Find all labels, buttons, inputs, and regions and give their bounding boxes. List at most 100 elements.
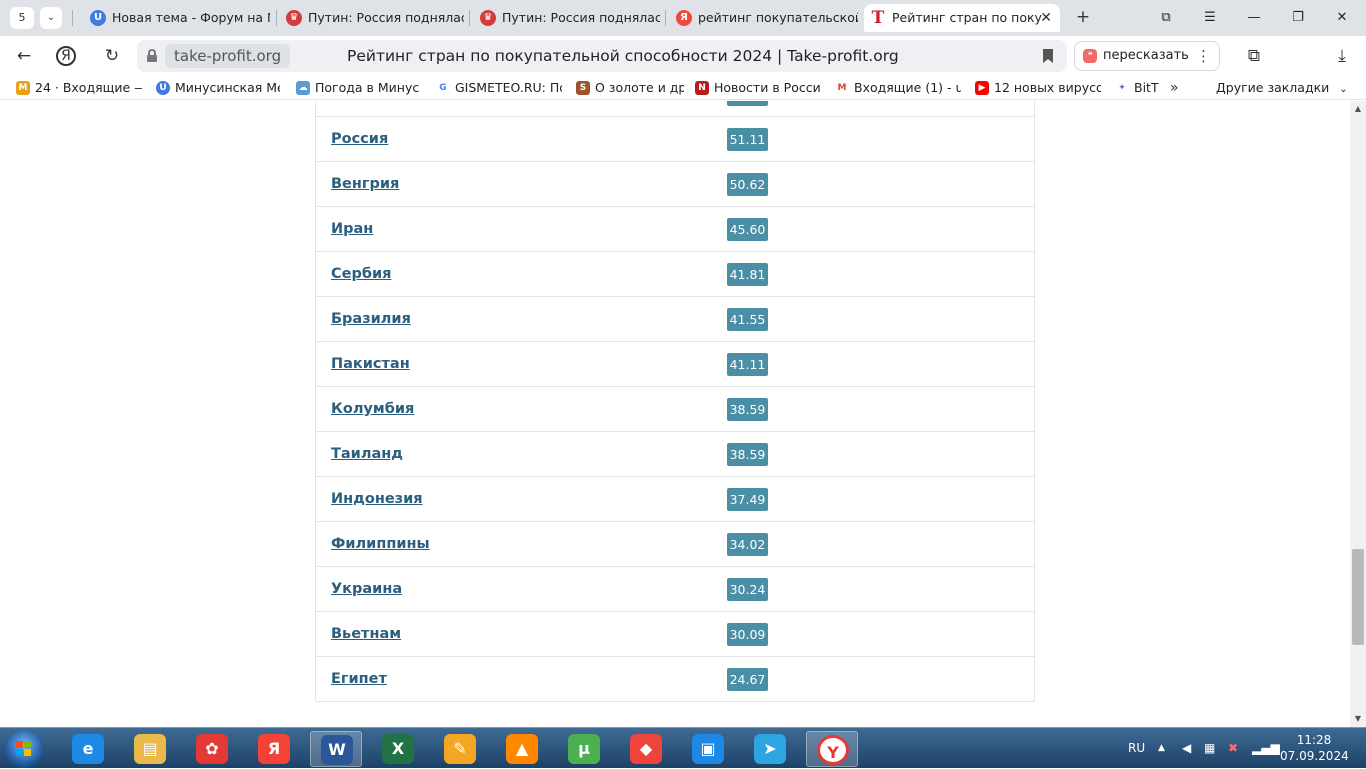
- country-link[interactable]: Таиланд: [331, 432, 403, 477]
- picasa-icon: ✿: [196, 734, 228, 764]
- bookmark-item[interactable]: ☁ Погода в Минуси: [296, 79, 420, 97]
- score-badge: 52.04: [727, 101, 768, 106]
- tab-separator: [469, 10, 470, 26]
- score-badge: 30.24: [727, 578, 768, 601]
- taskbar-yandex-browser[interactable]: Y: [806, 731, 858, 767]
- scrollbar-thumb[interactable]: [1352, 549, 1364, 645]
- tab-2[interactable]: ♛ Путин: Россия поднялась: [280, 4, 464, 32]
- close-window-button[interactable]: ✕: [1330, 7, 1354, 29]
- country-link[interactable]: Египет: [331, 657, 387, 702]
- table-row: Таиланд 38.59: [316, 432, 1034, 477]
- tab-title: Новая тема - Форум на М: [112, 10, 270, 25]
- country-link[interactable]: Пакистан: [331, 342, 410, 387]
- download-icon[interactable]: ⤓: [1330, 44, 1354, 68]
- taskbar-anydesk[interactable]: ◆: [620, 731, 672, 767]
- news-icon: N: [695, 81, 709, 95]
- bookmark-item[interactable]: U Минусинская Мед: [156, 79, 280, 97]
- action-center-icon[interactable]: ▦: [1204, 728, 1215, 769]
- taskbar-word[interactable]: W: [310, 731, 362, 767]
- menu-icon[interactable]: ☰: [1198, 7, 1222, 29]
- country-link[interactable]: Филиппины: [331, 522, 430, 567]
- back-button[interactable]: ←: [12, 44, 36, 68]
- taskbar-paint[interactable]: ✎: [434, 731, 486, 767]
- tab-1[interactable]: U Новая тема - Форум на М: [84, 4, 270, 32]
- close-tab-icon[interactable]: ✕: [1040, 4, 1052, 32]
- tab-title: Путин: Россия поднялась: [308, 10, 464, 25]
- country-link[interactable]: Колумбия: [331, 387, 414, 432]
- tab-5-active[interactable]: T Рейтинг стран по поку ✕: [864, 4, 1060, 32]
- volume-icon[interactable]: ◀: [1182, 728, 1191, 769]
- bookmark-item[interactable]: ▶ 12 новых вирусов: [975, 79, 1101, 97]
- network-error-icon[interactable]: ✖: [1228, 728, 1238, 769]
- file-explorer-icon: ▤: [134, 734, 166, 764]
- start-button[interactable]: [4, 730, 44, 768]
- scroll-down-icon[interactable]: ▼: [1350, 711, 1366, 727]
- country-link[interactable]: Турция: [331, 101, 391, 117]
- bookmark-item[interactable]: G GISMETEO.RU: По: [436, 79, 562, 97]
- bookmark-item[interactable]: ✦ BitT: [1115, 79, 1159, 97]
- tab-count-button[interactable]: 5: [10, 7, 34, 29]
- new-tab-button[interactable]: +: [1072, 7, 1094, 29]
- yandex-icon: Я: [258, 734, 290, 764]
- chevron-down-icon[interactable]: ⌄: [40, 7, 62, 29]
- country-link[interactable]: Бразилия: [331, 297, 411, 342]
- show-hidden-icons[interactable]: ▲: [1158, 728, 1165, 769]
- restore-button[interactable]: ❐: [1286, 7, 1310, 29]
- yandex-home-icon[interactable]: Я: [56, 46, 76, 66]
- anydesk-icon: ◆: [630, 734, 662, 764]
- country-link[interactable]: Иран: [331, 207, 373, 252]
- bookmark-icon[interactable]: [1043, 49, 1053, 63]
- bookmark-label: Входящие (1) - u.r: [854, 80, 961, 95]
- utorrent-icon: µ: [568, 734, 600, 764]
- scroll-up-icon[interactable]: ▲: [1350, 101, 1366, 117]
- translate-icon[interactable]: ⧉: [1242, 44, 1266, 68]
- lock-icon[interactable]: [147, 49, 157, 62]
- taskbar-yandex[interactable]: Я: [248, 731, 300, 767]
- table-row: Пакистан 41.11: [316, 342, 1034, 387]
- score-badge: 41.81: [727, 263, 768, 286]
- country-link[interactable]: Венгрия: [331, 162, 399, 207]
- bookmark-label: BitT: [1134, 80, 1159, 95]
- other-bookmarks-button[interactable]: Другие закладки ⌄: [1216, 79, 1348, 99]
- minimize-button[interactable]: —: [1242, 7, 1266, 29]
- mail-icon: M: [16, 81, 30, 95]
- taskbar-internet-explorer[interactable]: e: [62, 731, 114, 767]
- country-link[interactable]: Россия: [331, 117, 388, 162]
- taskbar-utorrent[interactable]: µ: [558, 731, 610, 767]
- more-options-icon[interactable]: ⋮: [1196, 42, 1211, 70]
- vertical-scrollbar[interactable]: ▲ ▼: [1350, 101, 1366, 727]
- taskbar-picasa[interactable]: ✿: [186, 731, 238, 767]
- bookmark-label: 24 · Входящие — Я: [35, 80, 142, 95]
- windows-taskbar: e ▤ ✿ Я W X ✎ ▲ µ ◆ ▣ ➤ Y RU ▲ ◀ ▦ ✖ ▂▄▆ 11:28 07.09…: [0, 727, 1366, 768]
- language-indicator[interactable]: RU: [1128, 728, 1145, 769]
- bookmark-item[interactable]: N Новости в Росси: [695, 79, 821, 97]
- address-bar[interactable]: take-profit.org Рейтинг стран по покупат…: [137, 40, 1067, 72]
- taskbar-vlc[interactable]: ▲: [496, 731, 548, 767]
- more-bookmarks-icon[interactable]: »: [1170, 79, 1179, 97]
- bookmark-item[interactable]: M Входящие (1) - u.r: [835, 79, 961, 97]
- tab-3[interactable]: ♛ Путин: Россия поднялась: [474, 4, 660, 32]
- tab-4[interactable]: Я рейтинг покупательской: [670, 4, 858, 32]
- collections-icon[interactable]: ⧉: [1154, 7, 1178, 29]
- reload-button[interactable]: ↻: [100, 44, 124, 68]
- tab-separator: [72, 10, 73, 26]
- system-clock[interactable]: 11:28 07.09.2024: [1280, 732, 1349, 764]
- score-badge: 24.67: [727, 668, 768, 691]
- taskbar-video-app[interactable]: ▣: [682, 731, 734, 767]
- country-link[interactable]: Украина: [331, 567, 402, 612]
- retell-button[interactable]: ❝ пересказать ⋮: [1074, 41, 1220, 71]
- country-link[interactable]: Индонезия: [331, 477, 423, 522]
- news-favicon-icon: ♛: [480, 10, 496, 26]
- country-link[interactable]: Вьетнам: [331, 612, 401, 657]
- signal-icon[interactable]: ▂▄▆: [1252, 728, 1280, 769]
- bookmark-item[interactable]: M 24 · Входящие — Я: [16, 79, 142, 97]
- bookmark-item[interactable]: S О золоте и др.: [576, 79, 684, 97]
- taskbar-excel[interactable]: X: [372, 731, 424, 767]
- taskbar-telegram[interactable]: ➤: [744, 731, 796, 767]
- browser-toolbar: ← Я ↻ take-profit.org Рейтинг стран по п…: [0, 36, 1366, 76]
- table-row: Турция 52.04: [316, 101, 1034, 117]
- country-link[interactable]: Сербия: [331, 252, 391, 297]
- taskbar-file-explorer[interactable]: ▤: [124, 731, 176, 767]
- score-badge: 38.59: [727, 443, 768, 466]
- table-row: Колумбия 38.59: [316, 387, 1034, 432]
